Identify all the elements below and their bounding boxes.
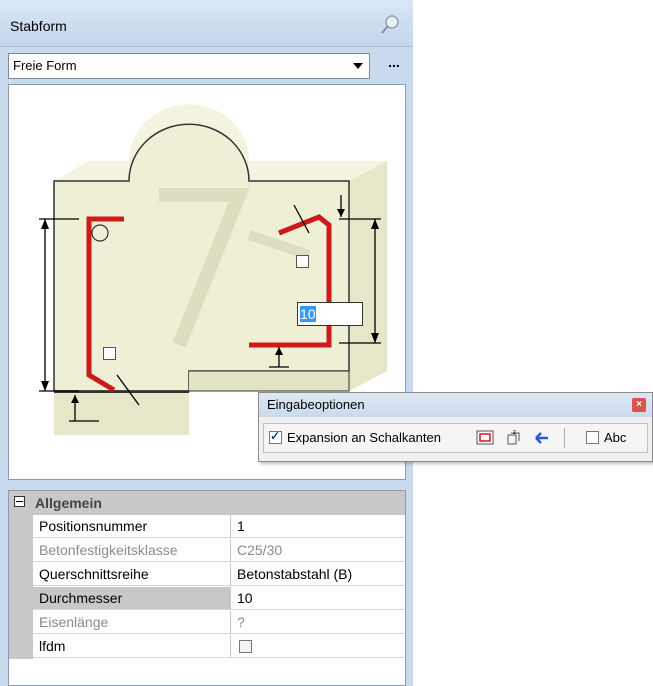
property-value[interactable]: 10 <box>231 587 405 610</box>
property-row-selected[interactable]: Durchmesser 10 <box>9 587 405 611</box>
property-value: ? <box>231 611 405 634</box>
category-label: Allgemein <box>35 495 102 511</box>
svg-text:z: z <box>513 430 516 436</box>
toolbar-title: Eingabeoptionen <box>267 397 365 412</box>
shape-select-value: Freie Form <box>13 58 77 73</box>
lfdm-checkbox[interactable] <box>239 640 252 653</box>
chevron-down-icon[interactable] <box>353 63 363 69</box>
diameter-input[interactable]: 10 <box>297 302 363 326</box>
panel-title: Stabform <box>10 18 67 34</box>
property-row[interactable]: Betonfestigkeitsklasse C25/30 <box>9 539 405 563</box>
property-name: Betonfestigkeitsklasse <box>33 539 231 562</box>
formwork-edge-icon[interactable] <box>475 428 495 448</box>
right-hook-checkbox[interactable] <box>296 255 309 268</box>
property-row[interactable]: Eisenlänge ? <box>9 611 405 635</box>
property-name: Positionsnummer <box>33 515 231 538</box>
panel-titlebar: Stabform <box>0 0 413 47</box>
property-name: Durchmesser <box>33 587 231 610</box>
shape-select-row: Freie Form ... <box>0 47 413 83</box>
property-name: Eisenlänge <box>33 611 231 634</box>
property-value[interactable]: Betonstabstahl (B) <box>231 563 405 586</box>
property-name: Querschnittsreihe <box>33 563 231 586</box>
arrow-left-icon[interactable] <box>532 428 552 448</box>
dimension-icon[interactable]: z <box>504 428 524 448</box>
expansion-checkbox[interactable] <box>269 429 282 444</box>
property-name: lfdm <box>33 635 231 658</box>
abc-checkbox[interactable] <box>586 431 599 444</box>
left-hook-checkbox[interactable] <box>103 347 116 360</box>
toolbar-titlebar[interactable]: Eingabeoptionen × <box>259 393 652 417</box>
toolbar-separator <box>564 428 565 448</box>
property-value: C25/30 <box>231 539 405 562</box>
property-row[interactable]: lfdm <box>9 635 405 659</box>
expansion-label: Expansion an Schalkanten <box>287 430 441 445</box>
stabform-panel: Stabform Freie Form ... 10 Allgemein Pos… <box>0 0 413 686</box>
abc-label: Abc <box>604 430 627 445</box>
property-value <box>231 635 405 658</box>
collapse-icon[interactable] <box>14 496 25 507</box>
shape-select[interactable]: Freie Form <box>8 53 370 79</box>
pin-icon[interactable] <box>379 14 401 36</box>
property-value[interactable]: 1 <box>231 515 405 538</box>
more-button[interactable]: ... <box>380 53 408 79</box>
close-icon[interactable]: × <box>632 398 646 412</box>
property-grid: Allgemein Positionsnummer 1 Betonfestigk… <box>8 490 406 686</box>
property-row[interactable]: Querschnittsreihe Betonstabstahl (B) <box>9 563 405 587</box>
property-row[interactable]: Positionsnummer 1 <box>9 515 405 539</box>
eingabeoptionen-toolbar: Eingabeoptionen × Expansion an Schalkant… <box>258 392 653 462</box>
category-row[interactable]: Allgemein <box>9 491 405 515</box>
toolbar-body: Expansion an Schalkanten z Abc <box>263 423 648 453</box>
